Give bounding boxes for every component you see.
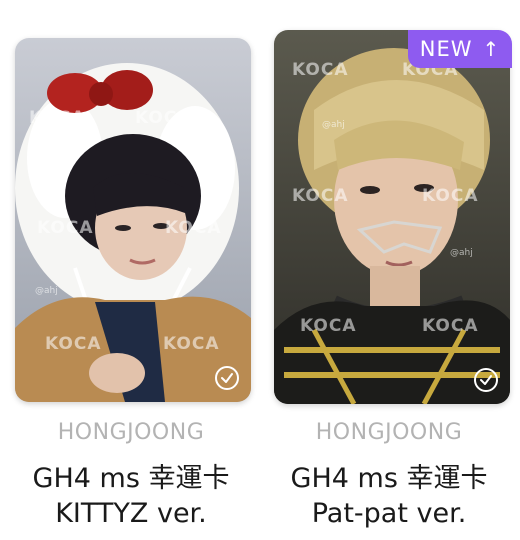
credit-text: @ahj bbox=[450, 248, 473, 258]
card-title-line1: GH4 ms 幸運卡 bbox=[290, 463, 488, 494]
photocard-grid: KOCA KOCA KOCA KOCA KOCA KOCA @ahj @ahj … bbox=[0, 0, 520, 540]
check-circle-icon[interactable] bbox=[474, 368, 498, 392]
credit-text: @ahj bbox=[195, 150, 218, 160]
photocard-illustration bbox=[15, 38, 251, 402]
photocard-image[interactable]: KOCA KOCA KOCA KOCA KOCA KOCA @ahj @ahj bbox=[15, 38, 251, 402]
new-badge-label: NEW bbox=[419, 37, 473, 61]
credit-text: @ahj bbox=[35, 286, 58, 296]
photocard-illustration bbox=[274, 30, 510, 404]
artist-name: HONGJOONG bbox=[315, 420, 463, 445]
check-circle-icon[interactable] bbox=[215, 366, 239, 390]
credit-text: @ahj bbox=[322, 120, 345, 130]
artist-name: HONGJOONG bbox=[57, 420, 205, 445]
card-title-line2: KITTYZ ver. bbox=[55, 498, 207, 529]
photocard-item[interactable]: KOCA KOCA KOCA KOCA KOCA KOCA @ahj @ahj … bbox=[8, 0, 254, 540]
card-title-line1: GH4 ms 幸運卡 bbox=[32, 463, 230, 494]
photocard-item[interactable]: KOCA KOCA KOCA KOCA KOCA KOCA @ahj @ahj … bbox=[266, 0, 512, 540]
photocard-image[interactable]: KOCA KOCA KOCA KOCA KOCA KOCA @ahj @ahj bbox=[274, 30, 510, 404]
new-badge: NEW ↑ bbox=[408, 30, 512, 68]
arrow-up-icon: ↑ bbox=[482, 37, 501, 61]
card-title-line2: Pat-pat ver. bbox=[311, 498, 467, 529]
